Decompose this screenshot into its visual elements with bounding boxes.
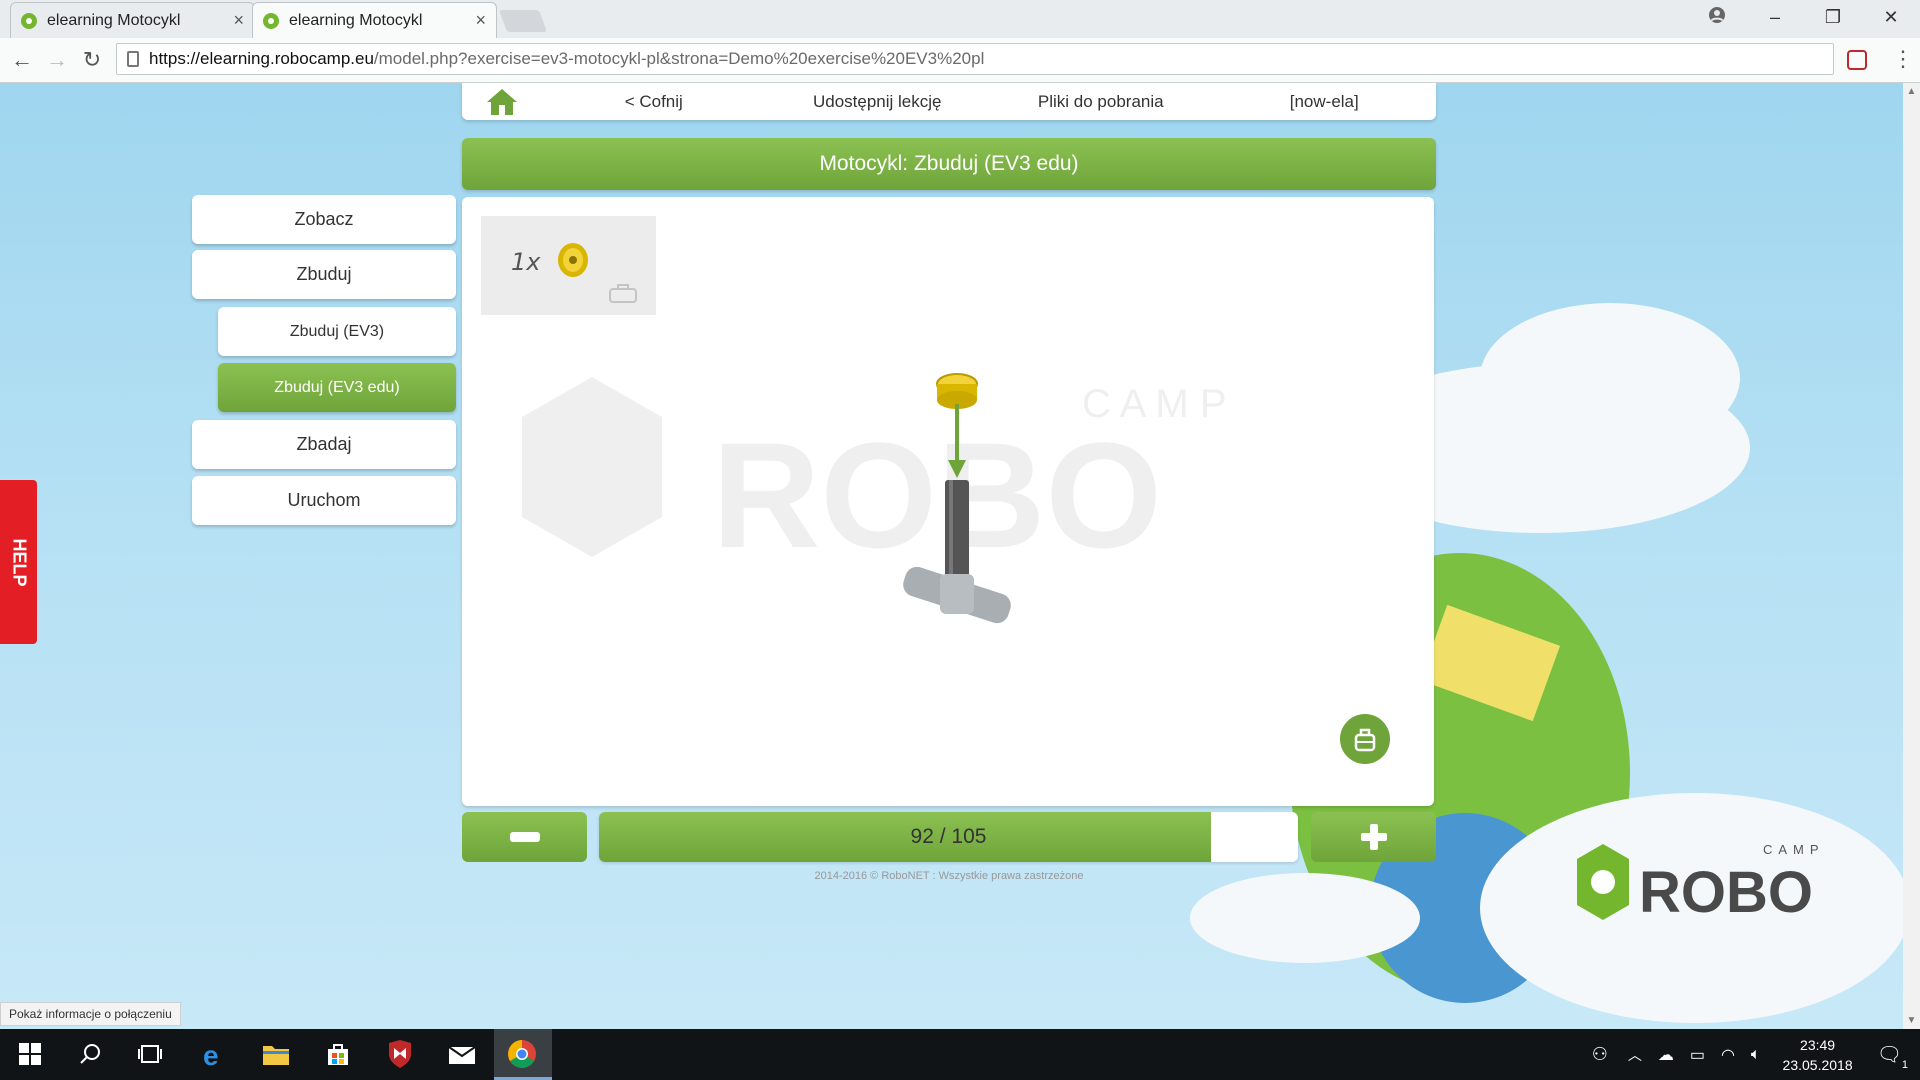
file-explorer-icon[interactable]	[260, 1038, 292, 1070]
start-windows-icon[interactable]	[14, 1038, 46, 1070]
top-navigation: < Cofnij Udostępnij lekcję Pliki do pobr…	[462, 83, 1436, 120]
tab-title: elearning Motocykl	[289, 11, 423, 29]
notification-count: 1	[1901, 1059, 1908, 1071]
parts-list: 1x	[481, 216, 656, 315]
battery-icon[interactable]: ▭	[1690, 1045, 1705, 1065]
clock[interactable]: 23:49 23.05.2018	[1783, 1035, 1853, 1075]
help-label: HELP	[9, 537, 30, 587]
background-cloud	[1480, 303, 1740, 453]
system-tray: ⚇ ︿ ☁ ▭ ◠ 🔈︎ 23:49 23.05.2018 🗨︎ 1	[1580, 1029, 1920, 1080]
window-controls: – ❐ ✕	[1688, 0, 1920, 34]
mcafee-shield-icon[interactable]	[384, 1038, 416, 1070]
browser-tab-2[interactable]: elearning Motocykl ×	[252, 2, 497, 38]
search-icon[interactable]	[74, 1038, 106, 1070]
help-tab[interactable]: HELP	[0, 480, 37, 644]
logo-camp-text: CAMP	[1763, 842, 1825, 857]
tab-close-icon[interactable]: ×	[233, 10, 244, 31]
people-icon[interactable]: ⚇	[1592, 1044, 1608, 1065]
robocamp-favicon-icon	[263, 12, 279, 29]
restore-button[interactable]: ❐	[1804, 7, 1862, 28]
part-quantity: 1x	[511, 248, 541, 276]
logo-robo-text: ROBO	[1639, 860, 1813, 925]
background-cloud	[1190, 873, 1420, 963]
extension-icon[interactable]	[1847, 50, 1867, 70]
tab-title: elearning Motocykl	[47, 11, 181, 29]
sidebar-item-zbuduj[interactable]: Zbuduj	[192, 250, 456, 299]
downloads-link[interactable]: Pliki do pobrania	[989, 92, 1213, 112]
onedrive-cloud-icon[interactable]: ☁	[1658, 1045, 1674, 1065]
parts-bag-button[interactable]	[1340, 714, 1390, 764]
page-info-icon[interactable]	[127, 51, 139, 67]
mail-icon[interactable]	[446, 1038, 478, 1070]
build-instructions-panel: 1x C A M P ROBO	[462, 197, 1434, 806]
volume-icon[interactable]: 🔈︎	[1751, 1046, 1761, 1064]
new-tab-button[interactable]	[498, 10, 548, 32]
wifi-icon[interactable]: ◠	[1721, 1045, 1735, 1065]
clock-time: 23:49	[1800, 1036, 1836, 1053]
chevron-up-icon[interactable]: ︿	[1628, 1045, 1642, 1065]
user-link[interactable]: [now-ela]	[1213, 92, 1437, 112]
store-icon[interactable]	[322, 1038, 354, 1070]
browser-tab-1[interactable]: elearning Motocykl ×	[10, 2, 255, 38]
step-progress: 92 / 105	[599, 812, 1298, 862]
tab-close-icon[interactable]: ×	[475, 10, 486, 31]
sidebar-item-zbuduj-ev3[interactable]: Zbuduj (EV3)	[218, 307, 456, 356]
clock-date: 23.05.2018	[1782, 1056, 1853, 1073]
sidebar-item-zbuduj-ev3-edu[interactable]: Zbuduj (EV3 edu)	[218, 363, 456, 412]
back-arrow-icon[interactable]: ←	[8, 46, 36, 74]
back-link[interactable]: < Cofnij	[542, 92, 766, 112]
sidebar-item-zobacz[interactable]: Zobacz	[192, 195, 456, 244]
home-icon[interactable]	[462, 87, 542, 117]
browser-menu-icon[interactable]: ⋮	[1892, 46, 1914, 72]
windows-taskbar: e ⚇ ︿ ☁ ▭ ◠ 🔈︎ 23:49 23.05.2018 🗨︎ 1	[0, 1029, 1920, 1080]
browser-toolbar: ← → ↻ https://elearning.robocamp.eu/mode…	[0, 38, 1920, 83]
url-path: /model.php?exercise=ev3-motocykl-pl&stro…	[373, 49, 985, 68]
page-viewport: < Cofnij Udostępnij lekcję Pliki do pobr…	[0, 83, 1903, 1029]
profile-icon[interactable]	[1688, 6, 1746, 29]
robocamp-logo: CAMP ROBO	[1577, 842, 1825, 925]
chrome-taskbar-button[interactable]	[494, 1029, 552, 1080]
tab-strip: elearning Motocykl × elearning Motocykl …	[0, 0, 1920, 38]
close-window-button[interactable]: ✕	[1862, 7, 1920, 28]
copyright-text: 2014-2016 © RoboNET : Wszystkie prawa za…	[814, 870, 1084, 882]
reload-icon[interactable]: ↻	[78, 46, 106, 74]
build-step-model	[903, 373, 1011, 624]
minus-icon	[509, 832, 540, 842]
url-host: https://elearning.robocamp.eu	[149, 49, 374, 68]
scroll-down-icon[interactable]: ▼	[1903, 1012, 1920, 1029]
share-lesson-link[interactable]: Udostępnij lekcję	[766, 92, 990, 112]
sidebar-item-zbadaj[interactable]: Zbadaj	[192, 420, 456, 469]
action-center-icon[interactable]: 🗨︎ 1	[1877, 1042, 1908, 1071]
plus-icon	[1360, 824, 1387, 850]
next-step-button[interactable]	[1311, 812, 1436, 862]
forward-arrow-icon[interactable]: →	[43, 46, 71, 74]
bag-icon	[609, 284, 637, 303]
sidebar-item-uruchom[interactable]: Uruchom	[192, 476, 456, 525]
page-title: Motocykl: Zbuduj (EV3 edu)	[462, 138, 1436, 190]
yellow-bush-part-icon	[558, 243, 588, 277]
connection-info-tooltip: Pokaż informacje o połączeniu	[0, 1002, 181, 1026]
chrome-icon	[508, 1040, 536, 1068]
bag-icon	[1354, 728, 1376, 752]
page-scrollbar[interactable]: ▲ ▼	[1903, 83, 1920, 1029]
minimize-button[interactable]: –	[1746, 7, 1804, 28]
task-view-icon[interactable]	[134, 1038, 166, 1070]
scroll-up-icon[interactable]: ▲	[1903, 83, 1920, 100]
address-bar[interactable]: https://elearning.robocamp.eu/model.php?…	[116, 43, 1834, 75]
edge-browser-icon[interactable]: e	[198, 1038, 230, 1070]
robocamp-favicon-icon	[21, 12, 37, 29]
step-counter: 92 / 105	[910, 825, 987, 848]
svg-text:e: e	[203, 1041, 219, 1067]
previous-step-button[interactable]	[462, 812, 587, 862]
